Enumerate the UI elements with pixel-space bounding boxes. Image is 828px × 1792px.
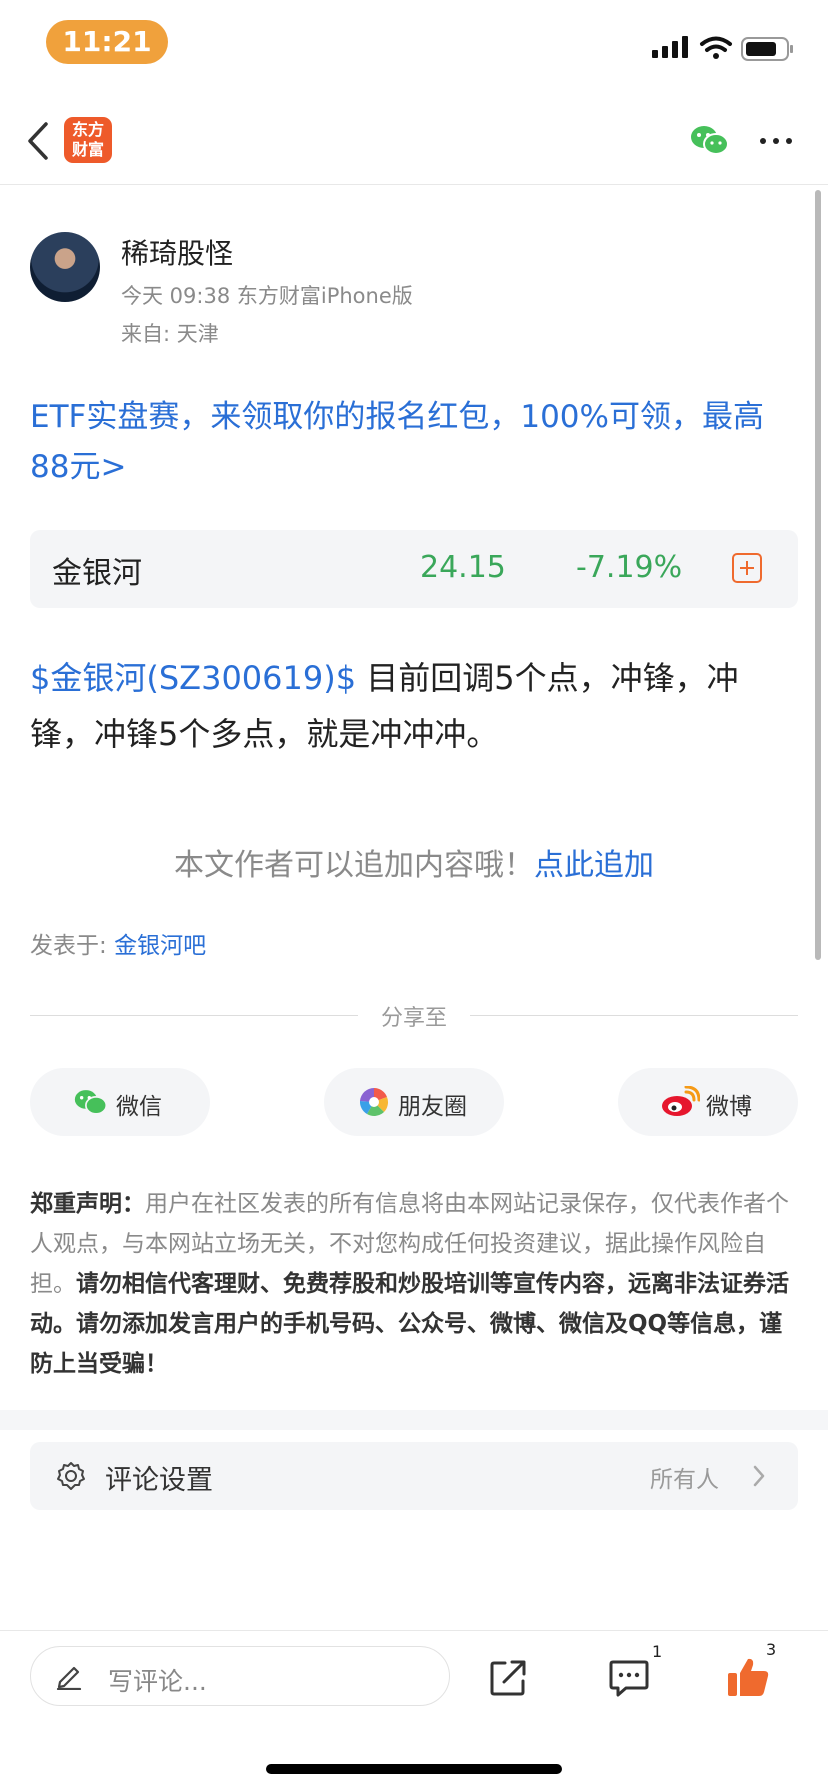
share-icon[interactable] bbox=[488, 1658, 528, 1698]
post-location: 来自: 天津 bbox=[121, 322, 219, 346]
chevron-right-icon bbox=[753, 1465, 765, 1487]
signal-icon bbox=[652, 36, 688, 58]
battery-icon bbox=[741, 37, 793, 61]
share-title: 分享至 bbox=[380, 1006, 447, 1031]
posted-in-label: 发表于: bbox=[30, 933, 115, 959]
comment-icon[interactable] bbox=[608, 1658, 650, 1698]
home-indicator[interactable] bbox=[266, 1764, 562, 1774]
comment-settings-label: 评论设置 bbox=[105, 1465, 213, 1496]
plus-square-icon[interactable] bbox=[732, 553, 762, 583]
pencil-icon bbox=[56, 1666, 82, 1690]
share-moments-button[interactable]: 朋友圈 bbox=[324, 1068, 504, 1136]
disclaimer: 郑重声明：用户在社区发表的所有信息将由本网站记录保存，仅代表作者个人观点，与本网… bbox=[30, 1184, 800, 1384]
stock-card[interactable] bbox=[30, 530, 798, 608]
stock-change: -7.19% bbox=[576, 550, 683, 585]
share-label: 朋友圈 bbox=[398, 1094, 467, 1120]
comment-placeholder: 写评论... bbox=[108, 1667, 207, 1696]
section-divider bbox=[0, 1410, 828, 1430]
post-meta: 今天 09:38 东方财富iPhone版 bbox=[121, 284, 413, 308]
share-wechat-button[interactable]: 微信 bbox=[30, 1068, 210, 1136]
forum-link[interactable]: 金银河吧 bbox=[114, 933, 206, 959]
like-count-badge: 3 bbox=[766, 1640, 777, 1659]
share-label: 微博 bbox=[706, 1094, 752, 1120]
weibo-icon bbox=[662, 1086, 700, 1116]
status-time: 11:21 bbox=[46, 20, 168, 64]
chevron-left-icon[interactable] bbox=[26, 120, 50, 162]
disclaimer-heading: 郑重声明： bbox=[30, 1191, 145, 1217]
app-logo: 东方 财富 bbox=[64, 117, 112, 163]
append-link[interactable]: 点此追加 bbox=[534, 848, 654, 883]
status-icons bbox=[652, 36, 793, 61]
wechat-icon bbox=[74, 1090, 108, 1115]
disclaimer-bold: 请勿相信代客理财、免费荐股和炒股培训等宣传内容，远离非法证券活动。请勿添加发言用… bbox=[30, 1271, 789, 1377]
stock-name: 金银河 bbox=[52, 556, 142, 591]
share-label: 微信 bbox=[116, 1094, 162, 1120]
thumbs-up-icon[interactable] bbox=[726, 1656, 770, 1698]
post-body: $金银河(SZ300619)$ 目前回调5个点，冲锋，冲锋，冲锋5个多点，就是冲… bbox=[30, 650, 800, 762]
promo-link[interactable]: ETF实盘赛，来领取你的报名红包，100%可领，最高88元> bbox=[30, 392, 800, 492]
wifi-icon bbox=[700, 36, 732, 52]
author-name[interactable]: 稀琦股怪 bbox=[121, 232, 233, 272]
wechat-icon[interactable] bbox=[690, 124, 730, 156]
gear-icon bbox=[57, 1462, 85, 1490]
comment-settings-value: 所有人 bbox=[650, 1467, 719, 1493]
append-prompt: 本文作者可以追加内容哦！点此追加 bbox=[0, 840, 828, 884]
more-icon[interactable] bbox=[760, 130, 794, 150]
avatar[interactable] bbox=[30, 232, 100, 302]
posted-in: 发表于: 金银河吧 bbox=[30, 926, 206, 960]
stock-tag-link[interactable]: $金银河(SZ300619)$ bbox=[30, 659, 356, 697]
comment-count-badge: 1 bbox=[652, 1642, 663, 1661]
moments-icon bbox=[359, 1088, 389, 1116]
stock-price: 24.15 bbox=[420, 550, 506, 585]
comment-input[interactable] bbox=[30, 1646, 450, 1706]
share-weibo-button[interactable]: 微博 bbox=[618, 1068, 798, 1136]
append-prompt-text: 本文作者可以追加内容哦！ bbox=[174, 848, 534, 883]
